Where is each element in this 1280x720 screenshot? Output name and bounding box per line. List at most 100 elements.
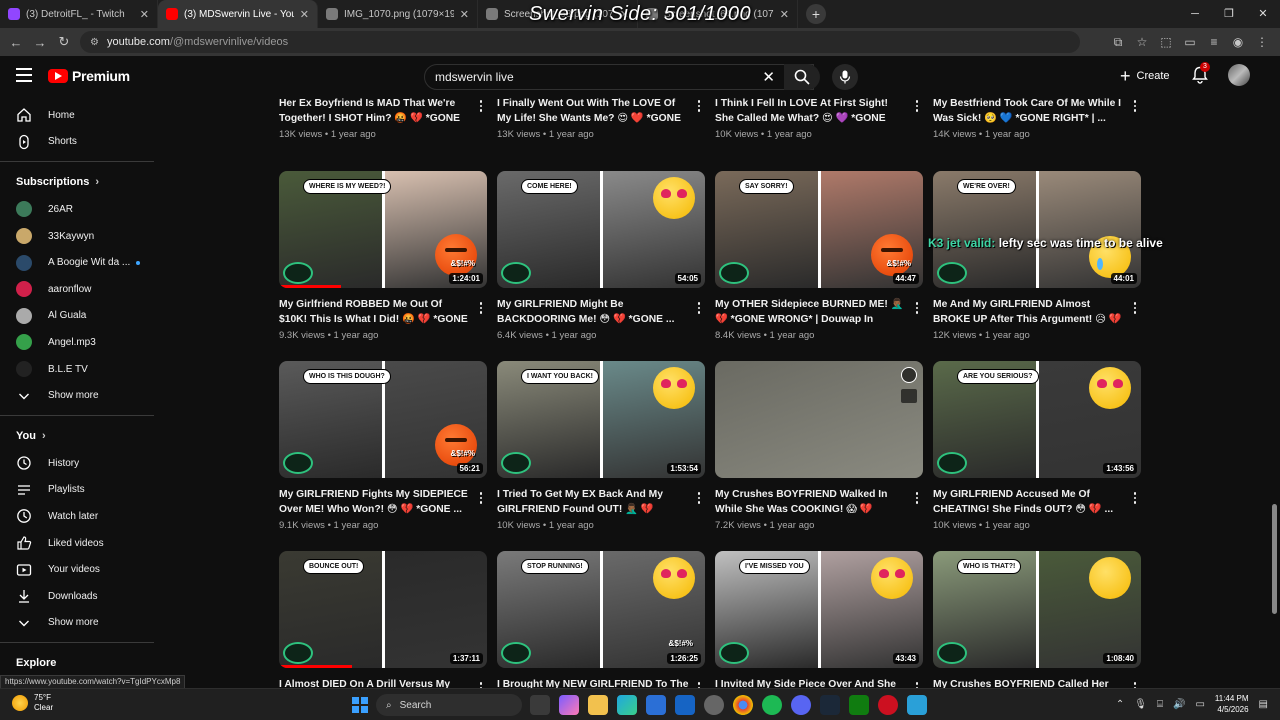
video-title[interactable]: My GIRLFRIEND Accused Me Of CHEATING! Sh… <box>933 487 1141 517</box>
battery-icon[interactable]: ▭ <box>1195 699 1204 710</box>
more-actions-icon[interactable] <box>477 492 485 506</box>
more-actions-icon[interactable] <box>477 302 485 316</box>
video-title[interactable]: I Brought My NEW GIRLFRIEND To The <box>497 677 705 688</box>
video-card[interactable]: WE'RE OVER! 44:01 Me And My GIRLFRIEND Alm… <box>933 171 1141 341</box>
stream-app-icon[interactable] <box>907 695 927 715</box>
settings-icon[interactable] <box>704 695 724 715</box>
video-thumbnail[interactable]: STOP RUNNING! &$!#% 1:26:25 <box>497 551 705 668</box>
more-actions-icon[interactable] <box>913 100 921 114</box>
reload-icon[interactable]: ↻ <box>52 34 76 50</box>
close-tab-icon[interactable]: ✕ <box>780 8 789 21</box>
subscription-item[interactable]: B.L.E TV <box>0 356 154 383</box>
site-info-icon[interactable]: ⚙ <box>90 37 99 48</box>
sidebar-item-liked-videos[interactable]: Liked videos <box>0 530 154 557</box>
video-title[interactable]: My Girlfriend ROBBED Me Out Of $10K! Thi… <box>279 297 487 327</box>
subscription-item[interactable]: Al Guala <box>0 303 154 330</box>
voice-search-button[interactable] <box>832 64 858 90</box>
close-tab-icon[interactable]: ✕ <box>300 8 309 21</box>
store-icon[interactable] <box>646 695 666 715</box>
network-icon[interactable]: ⌸ <box>1157 699 1163 710</box>
video-card[interactable]: I Think I Fell In LOVE At First Sight! S… <box>715 96 923 140</box>
you-header[interactable]: You › <box>0 422 154 450</box>
opera-icon[interactable] <box>878 695 898 715</box>
video-card[interactable]: WHO IS THIS DOUGH? &$!#% 56:21 My GIRLFRIEN… <box>279 361 487 531</box>
video-card[interactable]: COME HERE! 54:05 My GIRLFRIEND Might Be BA… <box>497 171 705 341</box>
browser-tab[interactable]: Screenshot_63.png (1079×1919) ✕ <box>478 0 638 28</box>
subscription-item[interactable]: Angel.mp3 <box>0 329 154 356</box>
notifications-button[interactable]: 3 <box>1192 62 1210 84</box>
video-title[interactable]: I Almost DIED On A Drill Versus My <box>279 677 487 688</box>
maximize-button[interactable]: ❐ <box>1212 0 1246 28</box>
sidebar-item-playlists[interactable]: Playlists <box>0 477 154 504</box>
video-card[interactable]: I WANT YOU BACK! 1:53:54 I Tried To Get My… <box>497 361 705 531</box>
video-card[interactable]: I'VE MISSED YOU 43:43 I Invited My Side Pi… <box>715 551 923 688</box>
video-card[interactable]: My Bestfriend Took Care Of Me While I Wa… <box>933 96 1141 140</box>
clear-search-icon[interactable]: ✕ <box>762 68 775 86</box>
task-view-icon[interactable] <box>530 695 550 715</box>
sidebar-item-downloads[interactable]: Downloads <box>0 583 154 610</box>
weather-widget[interactable]: 75°F Clear <box>12 693 53 713</box>
more-actions-icon[interactable] <box>913 492 921 506</box>
youtube-premium-logo[interactable]: Premium <box>48 68 130 84</box>
cast-icon[interactable]: ▭ <box>1178 35 1202 49</box>
video-thumbnail[interactable]: WHO IS THIS DOUGH? &$!#% 56:21 <box>279 361 487 478</box>
url-field[interactable]: ⚙ youtube.com/@mdswervinlive/videos <box>80 31 1080 53</box>
more-actions-icon[interactable] <box>913 302 921 316</box>
more-actions-icon[interactable] <box>695 302 703 316</box>
more-actions-icon[interactable] <box>1131 302 1139 316</box>
show-more-you[interactable]: Show more <box>0 610 154 637</box>
profile-icon[interactable]: ◉ <box>1226 35 1250 49</box>
video-thumbnail[interactable] <box>715 361 923 478</box>
more-actions-icon[interactable] <box>695 492 703 506</box>
outlook-icon[interactable] <box>675 695 695 715</box>
video-thumbnail[interactable]: WHO IS THAT?! 1:08:40 <box>933 551 1141 668</box>
extensions-icon[interactable]: ⬚ <box>1154 35 1178 49</box>
mic-tray-icon[interactable]: 🎙 <box>1134 699 1147 710</box>
install-icon[interactable]: ⧉ <box>1106 35 1130 50</box>
copilot-icon[interactable] <box>559 695 579 715</box>
more-actions-icon[interactable] <box>477 100 485 114</box>
video-title[interactable]: I Think I Fell In LOVE At First Sight! S… <box>715 96 923 126</box>
xbox-icon[interactable] <box>849 695 869 715</box>
video-title[interactable]: Me And My GIRLFRIEND Almost BROKE UP Aft… <box>933 297 1141 327</box>
video-card[interactable]: BOUNCE OUT! 1:37:11 I Almost DIED On A Dri… <box>279 551 487 688</box>
video-thumbnail[interactable]: ARE YOU SERIOUS? 1:43:56 <box>933 361 1141 478</box>
video-title[interactable]: I Tried To Get My EX Back And My GIRLFRI… <box>497 487 705 517</box>
video-card[interactable]: Her Ex Boyfriend Is MAD That We're Toget… <box>279 96 487 140</box>
subscription-item[interactable]: 26AR <box>0 196 154 223</box>
video-title[interactable]: My Crushes BOYFRIEND Walked In While She… <box>715 487 923 517</box>
scrollbar-thumb[interactable] <box>1272 504 1277 614</box>
video-card[interactable]: WHERE IS MY WEED?! &$!#% 1:24:01 My Girlfri… <box>279 171 487 341</box>
notification-center-icon[interactable]: ▤ <box>1259 699 1268 710</box>
video-thumbnail[interactable]: SAY SORRY! &$!#% 44:47 <box>715 171 923 288</box>
add-to-queue-icon[interactable] <box>901 389 917 403</box>
more-actions-icon[interactable] <box>1131 492 1139 506</box>
forward-icon[interactable]: → <box>28 35 52 50</box>
more-actions-icon[interactable] <box>695 100 703 114</box>
show-more-subscriptions[interactable]: Show more <box>0 382 154 409</box>
sidebar-item-history[interactable]: History <box>0 450 154 477</box>
browser-tab[interactable]: (3) DetroitFL_ - Twitch ✕ <box>0 0 158 28</box>
spotify-icon[interactable] <box>762 695 782 715</box>
new-tab-button[interactable]: + <box>806 4 826 24</box>
video-thumbnail[interactable]: WE'RE OVER! 44:01 <box>933 171 1141 288</box>
video-title[interactable]: My Crushes BOYFRIEND Called Her <box>933 677 1141 688</box>
close-tab-icon[interactable]: ✕ <box>140 8 149 21</box>
browser-tab[interactable]: (3) MDSwervin Live - YouTube ✕ <box>158 0 318 28</box>
menu-icon[interactable] <box>16 68 32 82</box>
media-icon[interactable]: ≡ <box>1202 35 1226 49</box>
windows-start-icon[interactable] <box>352 697 368 713</box>
sidebar-item-your-videos[interactable]: Your videos <box>0 556 154 583</box>
video-thumbnail[interactable]: COME HERE! 54:05 <box>497 171 705 288</box>
video-card[interactable]: STOP RUNNING! &$!#% 1:26:25 I Brought My NE… <box>497 551 705 688</box>
bookmark-star-icon[interactable]: ☆ <box>1130 35 1154 49</box>
back-icon[interactable]: ← <box>4 35 28 50</box>
search-button[interactable] <box>784 64 820 90</box>
file-explorer-icon[interactable] <box>588 695 608 715</box>
video-title[interactable]: My OTHER Sidepiece BURNED ME! 🤦🏾‍♂️ 💔 *G… <box>715 297 923 327</box>
video-card[interactable]: I Finally Went Out With The LOVE Of My L… <box>497 96 705 140</box>
video-title[interactable]: My Bestfriend Took Care Of Me While I Wa… <box>933 96 1141 126</box>
video-title[interactable]: I Finally Went Out With The LOVE Of My L… <box>497 96 705 126</box>
video-thumbnail[interactable]: I WANT YOU BACK! 1:53:54 <box>497 361 705 478</box>
video-thumbnail[interactable]: BOUNCE OUT! 1:37:11 <box>279 551 487 668</box>
